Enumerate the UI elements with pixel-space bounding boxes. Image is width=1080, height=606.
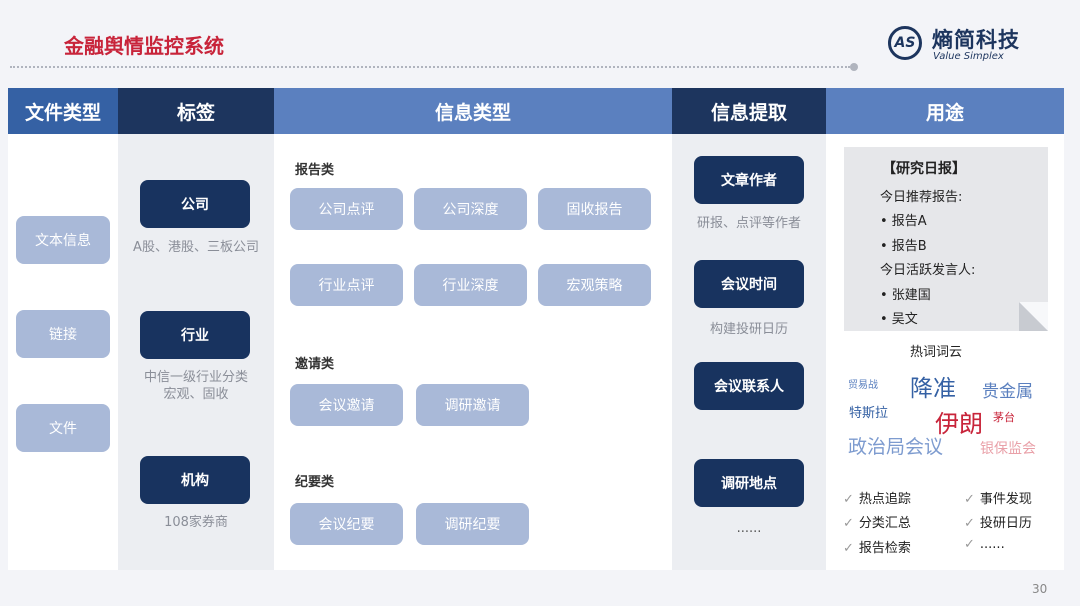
wordcloud-word: 降准 [910,376,956,402]
info-company-depth: 公司深度 [414,188,527,230]
extract-meeting-time-caption: 构建投研日历 [709,322,788,337]
info-industry-review: 行业点评 [290,264,403,306]
section-label-minutes: 纪要类 [295,475,335,490]
usage-check-item: ✓ 报告检索 [843,537,911,556]
extract-ellipsis: ...... [736,521,762,536]
check-icon: ✓ [964,492,975,507]
column-header-tags: 标签 [118,88,274,134]
wordcloud-word: 贵金属 [982,382,1033,402]
report-line-5: • 张建国 [880,288,931,303]
page-title: 金融舆情监控系统 [64,34,224,58]
company-name-cn: 熵简科技 [932,28,1020,52]
info-research-minutes: 调研纪要 [416,503,529,545]
info-meeting-invite: 会议邀请 [290,384,403,426]
check-icon: ✓ [843,492,854,507]
logo-mark: AS [894,35,916,51]
column-header-extraction: 信息提取 [672,88,826,134]
company-name-en: Value Simplex [933,51,1004,62]
report-line-4: 今日活跃发言人: [880,263,976,278]
header-divider-dot [850,63,858,71]
check-icon: ✓ [964,537,975,552]
file-type-link: 链接 [16,310,110,358]
company-logo-icon: AS [888,26,922,60]
check-label: 投研日历 [979,516,1032,531]
wordcloud-word: 政治局会议 [848,436,944,458]
report-line-2: • 报告A [880,214,927,229]
usage-check-item: ✓ 事件发现 [964,488,1032,507]
check-icon: ✓ [843,516,854,531]
tag-company-caption: A股、港股、三板公司 [133,240,259,255]
column-header-info-type: 信息类型 [274,88,672,134]
check-label: 热点追踪 [858,492,911,507]
page-fold-shadow [1019,302,1048,331]
info-meeting-minutes: 会议纪要 [290,503,403,545]
info-industry-depth: 行业深度 [414,264,527,306]
file-type-file: 文件 [16,404,110,452]
column-header-usage: 用途 [826,88,1064,134]
wordcloud-word: 特斯拉 [849,406,889,421]
wordcloud-word: 银保监会 [980,441,1036,457]
info-research-invite: 调研邀请 [416,384,529,426]
wordcloud-word: 贸易战 [848,380,878,391]
section-label-invite: 邀请类 [295,357,335,372]
usage-check-item: ✓ 分类汇总 [843,512,911,531]
section-label-report: 报告类 [295,163,335,178]
usage-check-item: ✓...... [964,537,1005,552]
tag-company: 公司 [140,180,250,228]
extract-author-caption: 研报、点评等作者 [696,216,801,231]
column-header-file-type: 文件类型 [8,88,118,134]
check-icon: ✓ [964,516,975,531]
extract-location: 调研地点 [694,459,804,507]
check-label: 事件发现 [979,492,1032,507]
tag-industry-caption: 中信一级行业分类 宏观、固收 [143,370,248,402]
page-number: 30 [1032,582,1048,596]
info-macro-strategy: 宏观策略 [538,264,651,306]
tag-industry: 行业 [140,311,250,359]
wordcloud-title: 热词词云 [910,345,963,360]
report-line-3: • 报告B [880,239,927,254]
file-type-text: 文本信息 [16,216,110,264]
extract-contact: 会议联系人 [694,362,804,410]
tag-institution: 机构 [140,456,250,504]
daily-report-title: 【研究日报】 [882,161,966,177]
extract-author: 文章作者 [694,156,804,204]
usage-check-item: ✓ 投研日历 [964,512,1032,531]
report-line-1: 今日推荐报告: [880,190,963,205]
check-label: 分类汇总 [858,516,911,531]
info-company-review: 公司点评 [290,188,403,230]
report-line-6: • 吴文 [880,312,918,327]
check-label: 报告检索 [858,541,911,556]
wordcloud-word: 茅台 [993,411,1015,424]
info-fixed-income: 固收报告 [538,188,651,230]
check-label: ...... [979,537,1005,552]
usage-check-item: ✓ 热点追踪 [843,488,911,507]
tag-institution-caption: 108家券商 [164,515,228,530]
header-divider [10,66,850,68]
extract-meeting-time: 会议时间 [694,260,804,308]
check-icon: ✓ [843,541,854,556]
